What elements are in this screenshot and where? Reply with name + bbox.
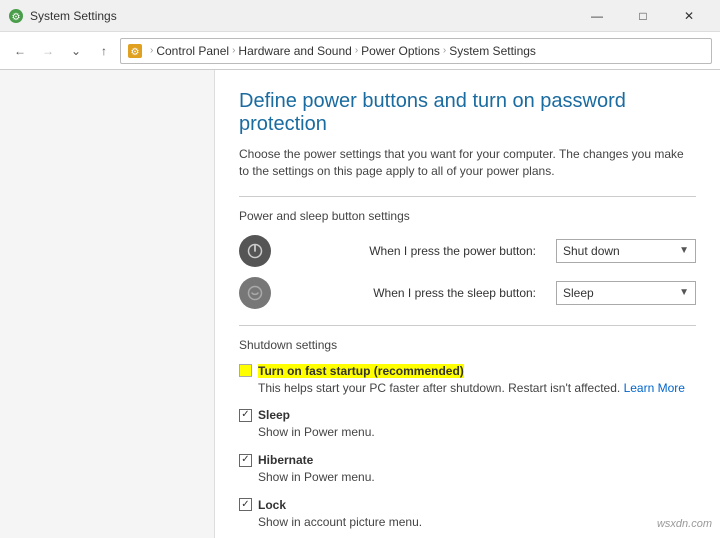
shutdown-section: Turn on fast startup (recommended) This … [239,364,696,531]
lock-checkbox[interactable] [239,498,252,511]
main-layout: Define power buttons and turn on passwor… [0,70,720,538]
button-settings: When I press the power button: Shut down… [239,235,696,309]
address-bar: ← → ⌄ ↑ ⚙ › Control Panel › Hardware and… [0,32,720,70]
fast-startup-item: Turn on fast startup (recommended) This … [239,364,696,397]
fast-startup-desc: This helps start your PC faster after sh… [258,380,696,397]
power-button-row: When I press the power button: Shut down… [239,235,696,267]
breadcrumb-control-panel[interactable]: Control Panel [156,44,229,58]
minimize-button[interactable]: — [574,0,620,32]
hibernate-checkbox-label: Hibernate [258,453,313,467]
breadcrumb-hardware-sound[interactable]: Hardware and Sound [238,44,351,58]
breadcrumb-icon: ⚙ [127,43,143,59]
shutdown-section-label: Shutdown settings [239,338,696,352]
power-sleep-section-label: Power and sleep button settings [239,209,696,223]
forward-button[interactable]: → [36,39,60,63]
divider-1 [239,196,696,197]
learn-more-link[interactable]: Learn More [624,381,685,395]
lock-checkbox-row: Lock [239,498,696,512]
title-bar: ⚙ System Settings — □ ✕ [0,0,720,32]
sep3: › [355,45,358,56]
page-title: Define power buttons and turn on passwor… [239,90,696,136]
power-button-icon [239,235,271,267]
sleep-button-icon [239,277,271,309]
lock-item: Lock Show in account picture menu. [239,498,696,531]
sep2: › [232,45,235,56]
sleep-checkbox[interactable] [239,409,252,422]
power-button-label: When I press the power button: [283,244,544,258]
hibernate-checkbox-row: Hibernate [239,453,696,467]
svg-text:⚙: ⚙ [12,12,21,23]
sleep-item-desc: Show in Power menu. [258,424,696,441]
hibernate-item-desc: Show in Power menu. [258,469,696,486]
breadcrumb: ⚙ › Control Panel › Hardware and Sound ›… [120,38,712,64]
sleep-checkbox-label: Sleep [258,408,290,422]
power-button-value: Shut down [563,244,620,258]
sleep-button-value: Sleep [563,286,594,300]
breadcrumb-current: System Settings [449,44,536,58]
content-area: Define power buttons and turn on passwor… [215,70,720,538]
page-description: Choose the power settings that you want … [239,146,696,180]
sleep-button-label: When I press the sleep button: [283,286,544,300]
sleep-checkbox-row: Sleep [239,408,696,422]
sleep-dropdown-arrow: ▼ [679,287,689,298]
sleep-button-row: When I press the sleep button: Sleep ▼ [239,277,696,309]
fast-startup-row: Turn on fast startup (recommended) [239,364,696,378]
close-button[interactable]: ✕ [666,0,712,32]
hibernate-item: Hibernate Show in Power menu. [239,453,696,486]
sleep-item: Sleep Show in Power menu. [239,408,696,441]
divider-2 [239,325,696,326]
hibernate-checkbox[interactable] [239,454,252,467]
fast-startup-desc-text: This helps start your PC faster after sh… [258,381,620,395]
sidebar [0,70,215,538]
back-button[interactable]: ← [8,39,32,63]
power-dropdown-arrow: ▼ [679,245,689,256]
window-title: System Settings [30,9,117,23]
watermark: wsxdn.com [657,518,712,530]
app-icon: ⚙ [8,8,24,24]
window-controls: — □ ✕ [574,0,712,32]
maximize-button[interactable]: □ [620,0,666,32]
sleep-button-dropdown[interactable]: Sleep ▼ [556,281,696,305]
breadcrumb-power-options[interactable]: Power Options [361,44,440,58]
lock-checkbox-label: Lock [258,498,286,512]
lock-item-desc: Show in account picture menu. [258,514,696,531]
svg-text:⚙: ⚙ [131,47,140,58]
fast-startup-label: Turn on fast startup (recommended) [258,364,464,378]
power-button-dropdown[interactable]: Shut down ▼ [556,239,696,263]
fast-startup-checkbox[interactable] [239,364,252,377]
sep1: › [150,45,153,56]
up-button[interactable]: ↑ [92,39,116,63]
recent-button[interactable]: ⌄ [64,39,88,63]
sep4: › [443,45,446,56]
